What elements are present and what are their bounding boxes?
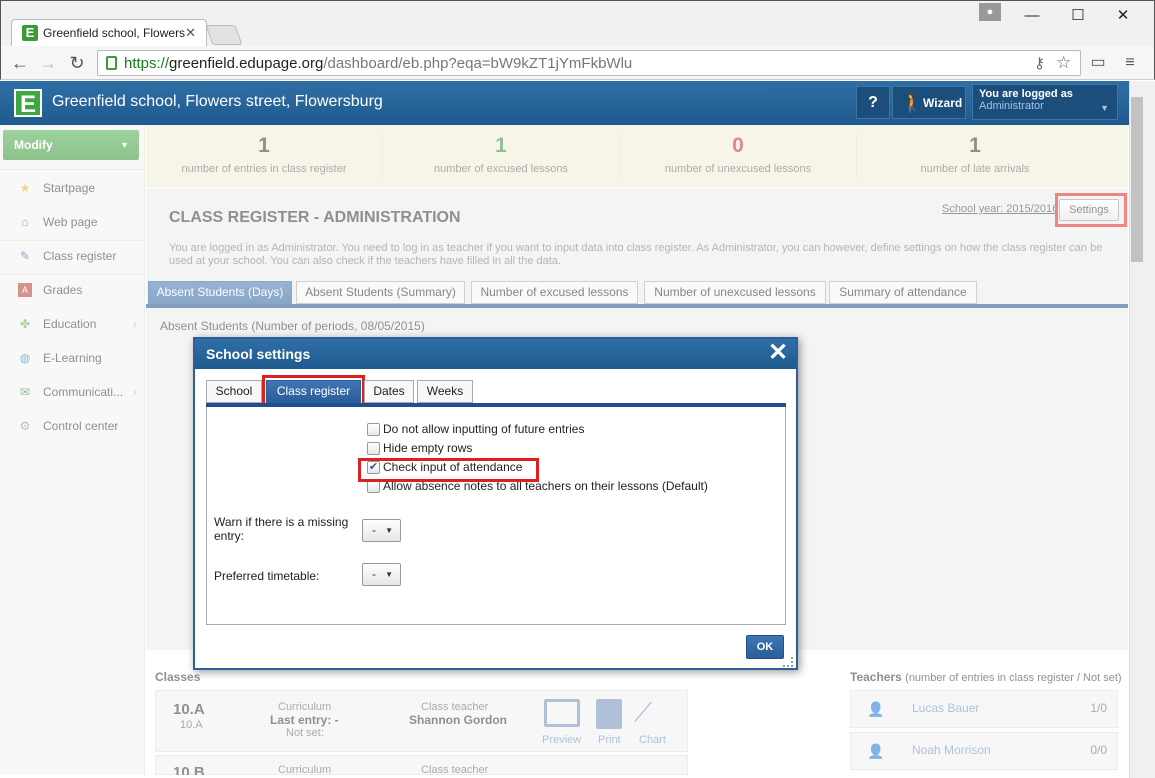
chevron-down-icon: ▼ — [1100, 103, 1109, 113]
chevron-down-icon: ▼ — [385, 570, 393, 579]
preferred-timetable-dropdown[interactable]: - ▼ — [362, 563, 401, 586]
reload-icon[interactable]: ↻ — [66, 52, 88, 74]
warn-missing-dropdown[interactable]: - ▼ — [362, 519, 401, 542]
dialog-title: School settings — [206, 346, 311, 362]
cast-icon[interactable]: ▭ — [1087, 52, 1109, 74]
ok-button[interactable]: OK — [746, 635, 784, 659]
scrollbar-thumb[interactable] — [1131, 97, 1143, 262]
school-name[interactable]: Greenfield school, Flowers street, Flowe… — [52, 93, 383, 111]
close-icon[interactable]: ✕ — [768, 340, 788, 366]
help-button[interactable]: ? — [856, 86, 890, 119]
browser-tab-title: Greenfield school, Flowers — [43, 26, 185, 40]
dropdown-value: - — [372, 523, 376, 537]
checkbox-label: Do not allow inputting of future entries — [383, 422, 585, 436]
browser-tab[interactable]: E Greenfield school, Flowers ✕ — [11, 19, 207, 47]
user-profile-icon[interactable]: ● — [979, 3, 1001, 21]
warn-missing-label: Warn if there is a missing entry: — [214, 515, 349, 543]
login-caption: You are logged as — [979, 88, 1073, 100]
maximize-icon[interactable]: ☐ — [1067, 5, 1089, 27]
dropdown-value: - — [372, 567, 376, 581]
wizard-button[interactable]: 🚶 Wizard — [892, 86, 966, 119]
bookmark-star-icon[interactable]: ☆ — [1056, 53, 1071, 73]
forward-arrow-icon[interactable]: → — [37, 52, 59, 74]
back-arrow-icon[interactable]: ← — [9, 52, 31, 74]
edupage-favicon-icon: E — [22, 25, 38, 41]
url-text: https://greenfield.edupage.org/dashboard… — [124, 55, 633, 72]
preferred-timetable-label: Preferred timetable: — [214, 569, 320, 583]
chevron-down-icon: ▼ — [385, 526, 393, 535]
tab-dates[interactable]: Dates — [364, 380, 414, 403]
key-icon[interactable]: ⚷ — [1034, 54, 1045, 72]
resize-grip-icon[interactable] — [783, 657, 793, 667]
dialog-panel: Do not allow inputting of future entries… — [206, 407, 786, 625]
close-tab-icon[interactable]: ✕ — [185, 25, 196, 41]
checkbox[interactable] — [367, 423, 380, 436]
tab-weeks[interactable]: Weeks — [417, 380, 473, 403]
dialog-header[interactable]: School settings ✕ — [195, 339, 796, 369]
login-menu[interactable]: You are logged as Administrator ▼ — [972, 84, 1118, 120]
close-window-icon[interactable]: ✕ — [1112, 5, 1134, 27]
school-settings-dialog: School settings ✕ School Class register … — [193, 337, 798, 670]
edupage-logo[interactable]: E — [14, 89, 42, 118]
browser-tab-bar: E Greenfield school, Flowers ✕ ● — ☐ ✕ — [0, 0, 1155, 47]
walking-person-icon: 🚶 — [901, 93, 924, 113]
app-header: E Greenfield school, Flowers street, Flo… — [0, 81, 1129, 125]
lock-icon — [106, 56, 117, 70]
minimize-icon[interactable]: — — [1021, 5, 1043, 27]
check-attendance-highlight — [358, 458, 539, 482]
tab-school[interactable]: School — [206, 380, 262, 403]
menu-icon[interactable]: ≡ — [1119, 52, 1141, 74]
address-bar: ← → ↻ https://greenfield.edupage.org/das… — [0, 46, 1155, 80]
checkbox-label: Hide empty rows — [383, 441, 473, 455]
url-input[interactable]: https://greenfield.edupage.org/dashboard… — [97, 50, 1081, 76]
login-role: Administrator — [979, 100, 1044, 112]
checkbox[interactable] — [367, 442, 380, 455]
wizard-label: Wizard — [923, 96, 963, 110]
new-tab-button[interactable] — [205, 25, 243, 45]
